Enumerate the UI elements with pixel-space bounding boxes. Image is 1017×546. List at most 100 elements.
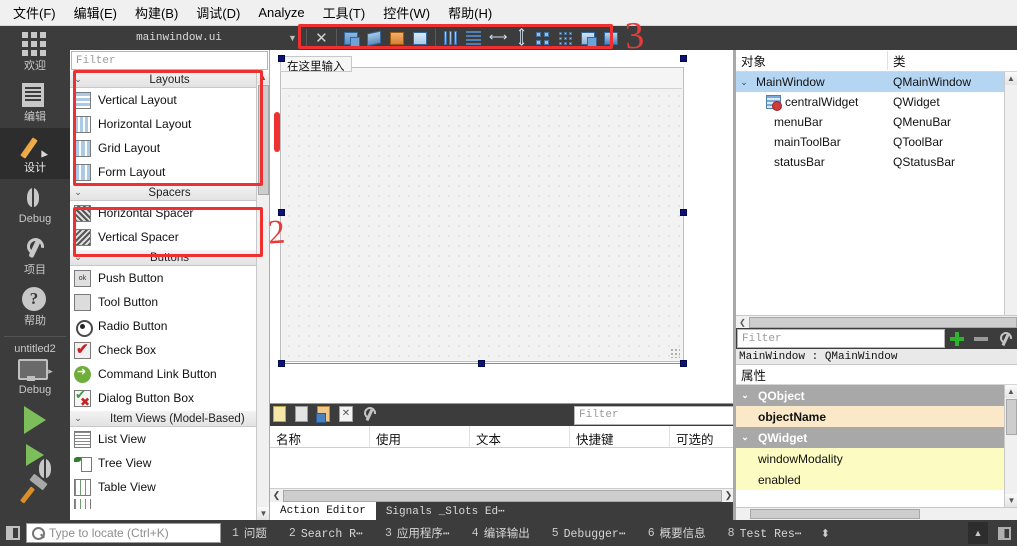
remove-dynamic-property-button[interactable] (969, 328, 993, 349)
menu-debug[interactable]: 调试(D) (187, 0, 249, 25)
property-row-windowmodality[interactable]: windowModality (736, 448, 1017, 469)
scroll-up-icon[interactable]: ▲ (1005, 72, 1017, 85)
menu-widgets[interactable]: 控件(W) (374, 0, 439, 25)
selection-handle-mr[interactable] (680, 209, 687, 216)
object-row-maintoolbar[interactable]: mainToolBar QToolBar (736, 132, 1017, 152)
widget-category-spacers[interactable]: ⌄ Spacers (70, 184, 269, 201)
widget-vertical-spacer[interactable]: Vertical Spacer (70, 225, 269, 249)
mode-debug[interactable]: Debug (0, 179, 70, 230)
property-row-enabled[interactable]: enabled (736, 469, 1017, 490)
object-inspector-hscrollbar[interactable]: ❮ (736, 315, 1017, 328)
property-editor-hscrollbar[interactable] (736, 507, 1017, 520)
edit-buddies-button[interactable] (364, 28, 385, 48)
adjust-size-button[interactable] (601, 28, 622, 48)
mode-design[interactable]: 设计 (0, 128, 70, 179)
widget-box-scrollbar[interactable]: ▲ ▼ (256, 71, 269, 520)
menu-tools[interactable]: 工具(T) (314, 0, 375, 25)
mode-projects[interactable]: 项目 (0, 230, 70, 281)
delete-action-button[interactable]: ✕ (339, 406, 356, 424)
selection-handle-bm[interactable] (478, 360, 485, 367)
scrollbar-thumb[interactable] (750, 509, 920, 519)
tab-signals-slots-editor[interactable]: Signals _Slots Ed⋯ (376, 502, 515, 520)
object-inspector-scrollbar[interactable]: ▲ (1004, 72, 1017, 315)
widget-horizontal-spacer[interactable]: Horizontal Spacer (70, 201, 269, 225)
chevron-down-icon[interactable]: ▼ (288, 33, 297, 43)
layout-splitter-vertical-button[interactable] (509, 28, 530, 48)
scroll-left-icon[interactable]: ❮ (270, 490, 283, 501)
preview-button[interactable] (410, 28, 431, 48)
object-row-centralwidget[interactable]: centralWidget QWidget (736, 92, 1017, 112)
tab-action-editor[interactable]: Action Editor (270, 502, 376, 520)
selection-handle-ml[interactable] (278, 209, 285, 216)
build-button[interactable] (0, 471, 70, 507)
menu-analyze[interactable]: Analyze (249, 2, 313, 23)
output-pane-compile[interactable]: 4 编译输出 (461, 525, 541, 542)
object-inspector-body[interactable]: ⌄ MainWindow QMainWindow centralWidget Q… (736, 72, 1017, 315)
output-pane-spinner[interactable]: ⬍ (813, 527, 838, 540)
splitter-vertical[interactable] (733, 50, 735, 520)
break-layout-button[interactable] (578, 28, 599, 48)
property-group-qwidget[interactable]: ⌄ QWidget (736, 427, 1017, 448)
layout-vertical-button[interactable] (463, 28, 484, 48)
layout-horizontal-button[interactable] (440, 28, 461, 48)
output-pane-search-results[interactable]: 2 Search R⋯ (278, 526, 374, 541)
widget-form-layout[interactable]: Form Layout (70, 160, 269, 184)
output-pane-test-results[interactable]: 8 Test Res⋯ (717, 526, 813, 541)
layout-splitter-horizontal-button[interactable] (486, 28, 508, 48)
output-pane-overview[interactable]: 6 概要信息 (637, 525, 717, 542)
output-toggle-button[interactable] (991, 520, 1017, 546)
selection-handle-tr[interactable] (680, 55, 687, 62)
new-action-button[interactable] (273, 406, 290, 424)
debug-run-button[interactable] (0, 439, 70, 478)
central-widget-area[interactable] (282, 88, 682, 360)
widget-box-list[interactable]: ⌄ Layouts Vertical Layout Horizontal Lay… (70, 71, 269, 520)
widget-command-link-button[interactable]: Command Link Button (70, 362, 269, 386)
menu-help[interactable]: 帮助(H) (439, 0, 501, 25)
widget-tree-view[interactable]: Tree View (70, 451, 269, 475)
scrollbar-thumb[interactable] (258, 85, 269, 195)
copy-action-button[interactable] (295, 406, 312, 424)
widget-tool-button[interactable]: Tool Button (70, 290, 269, 314)
widget-category-buttons[interactable]: ⌄ Buttons (70, 249, 269, 266)
widget-horizontal-layout[interactable]: Horizontal Layout (70, 112, 269, 136)
kit-selector[interactable]: untitled2 ▸ Debug (0, 341, 70, 401)
layout-grid-button[interactable] (555, 28, 576, 48)
mode-help[interactable]: ? 帮助 (0, 281, 70, 332)
chevron-down-icon[interactable]: ⌄ (736, 77, 752, 88)
widget-category-item-views[interactable]: ⌄ Item Views (Model-Based) (70, 410, 269, 427)
layout-form-button[interactable] (532, 28, 553, 48)
output-pane-issues[interactable]: 1 问题 (221, 525, 278, 542)
output-pane-debugger[interactable]: 5 Debugger⋯ (541, 526, 637, 541)
view-mode-button[interactable] (361, 406, 378, 424)
widget-box-filter[interactable]: Filter (71, 51, 268, 70)
run-button[interactable] (0, 401, 70, 439)
scrollbar-thumb[interactable] (1006, 399, 1017, 435)
add-dynamic-property-button[interactable] (945, 328, 969, 349)
widget-grid-layout[interactable]: Grid Layout (70, 136, 269, 160)
selection-handle-bl[interactable] (278, 360, 285, 367)
object-row-menubar[interactable]: menuBar QMenuBar (736, 112, 1017, 132)
menu-build[interactable]: 构建(B) (126, 0, 187, 25)
output-pane-application[interactable]: 3 应用程序⋯ (374, 525, 461, 542)
scrollbar-thumb[interactable] (749, 316, 1017, 328)
widget-vertical-layout[interactable]: Vertical Layout (70, 88, 269, 112)
edit-signals-slots-button[interactable] (341, 28, 362, 48)
action-filter-input[interactable]: Filter (574, 405, 734, 425)
property-editor-scrollbar[interactable]: ▲ ▼ (1004, 385, 1017, 507)
form-canvas[interactable]: 在这里输入 (270, 50, 735, 403)
scroll-up-icon[interactable]: ▲ (257, 71, 269, 84)
object-row-statusbar[interactable]: statusBar QStatusBar (736, 152, 1017, 172)
widget-table-view[interactable]: Table View (70, 475, 269, 499)
property-row-objectname[interactable]: objectName (736, 406, 1017, 427)
property-group-qobject[interactable]: ⌄ QObject (736, 385, 1017, 406)
widget-list-view[interactable]: List View (70, 427, 269, 451)
chevron-down-icon[interactable]: ⌄ (736, 432, 754, 443)
selection-handle-br[interactable] (680, 360, 687, 367)
menu-file[interactable]: 文件(F) (4, 0, 65, 25)
menu-edit[interactable]: 编辑(E) (65, 0, 126, 25)
mode-edit[interactable]: 编辑 (0, 77, 70, 128)
mode-welcome[interactable]: 欢迎 (0, 26, 70, 77)
widget-column-view-partial[interactable] (70, 499, 269, 509)
object-row-mainwindow[interactable]: ⌄ MainWindow QMainWindow (736, 72, 1017, 92)
selection-handle-tl[interactable] (278, 55, 285, 62)
